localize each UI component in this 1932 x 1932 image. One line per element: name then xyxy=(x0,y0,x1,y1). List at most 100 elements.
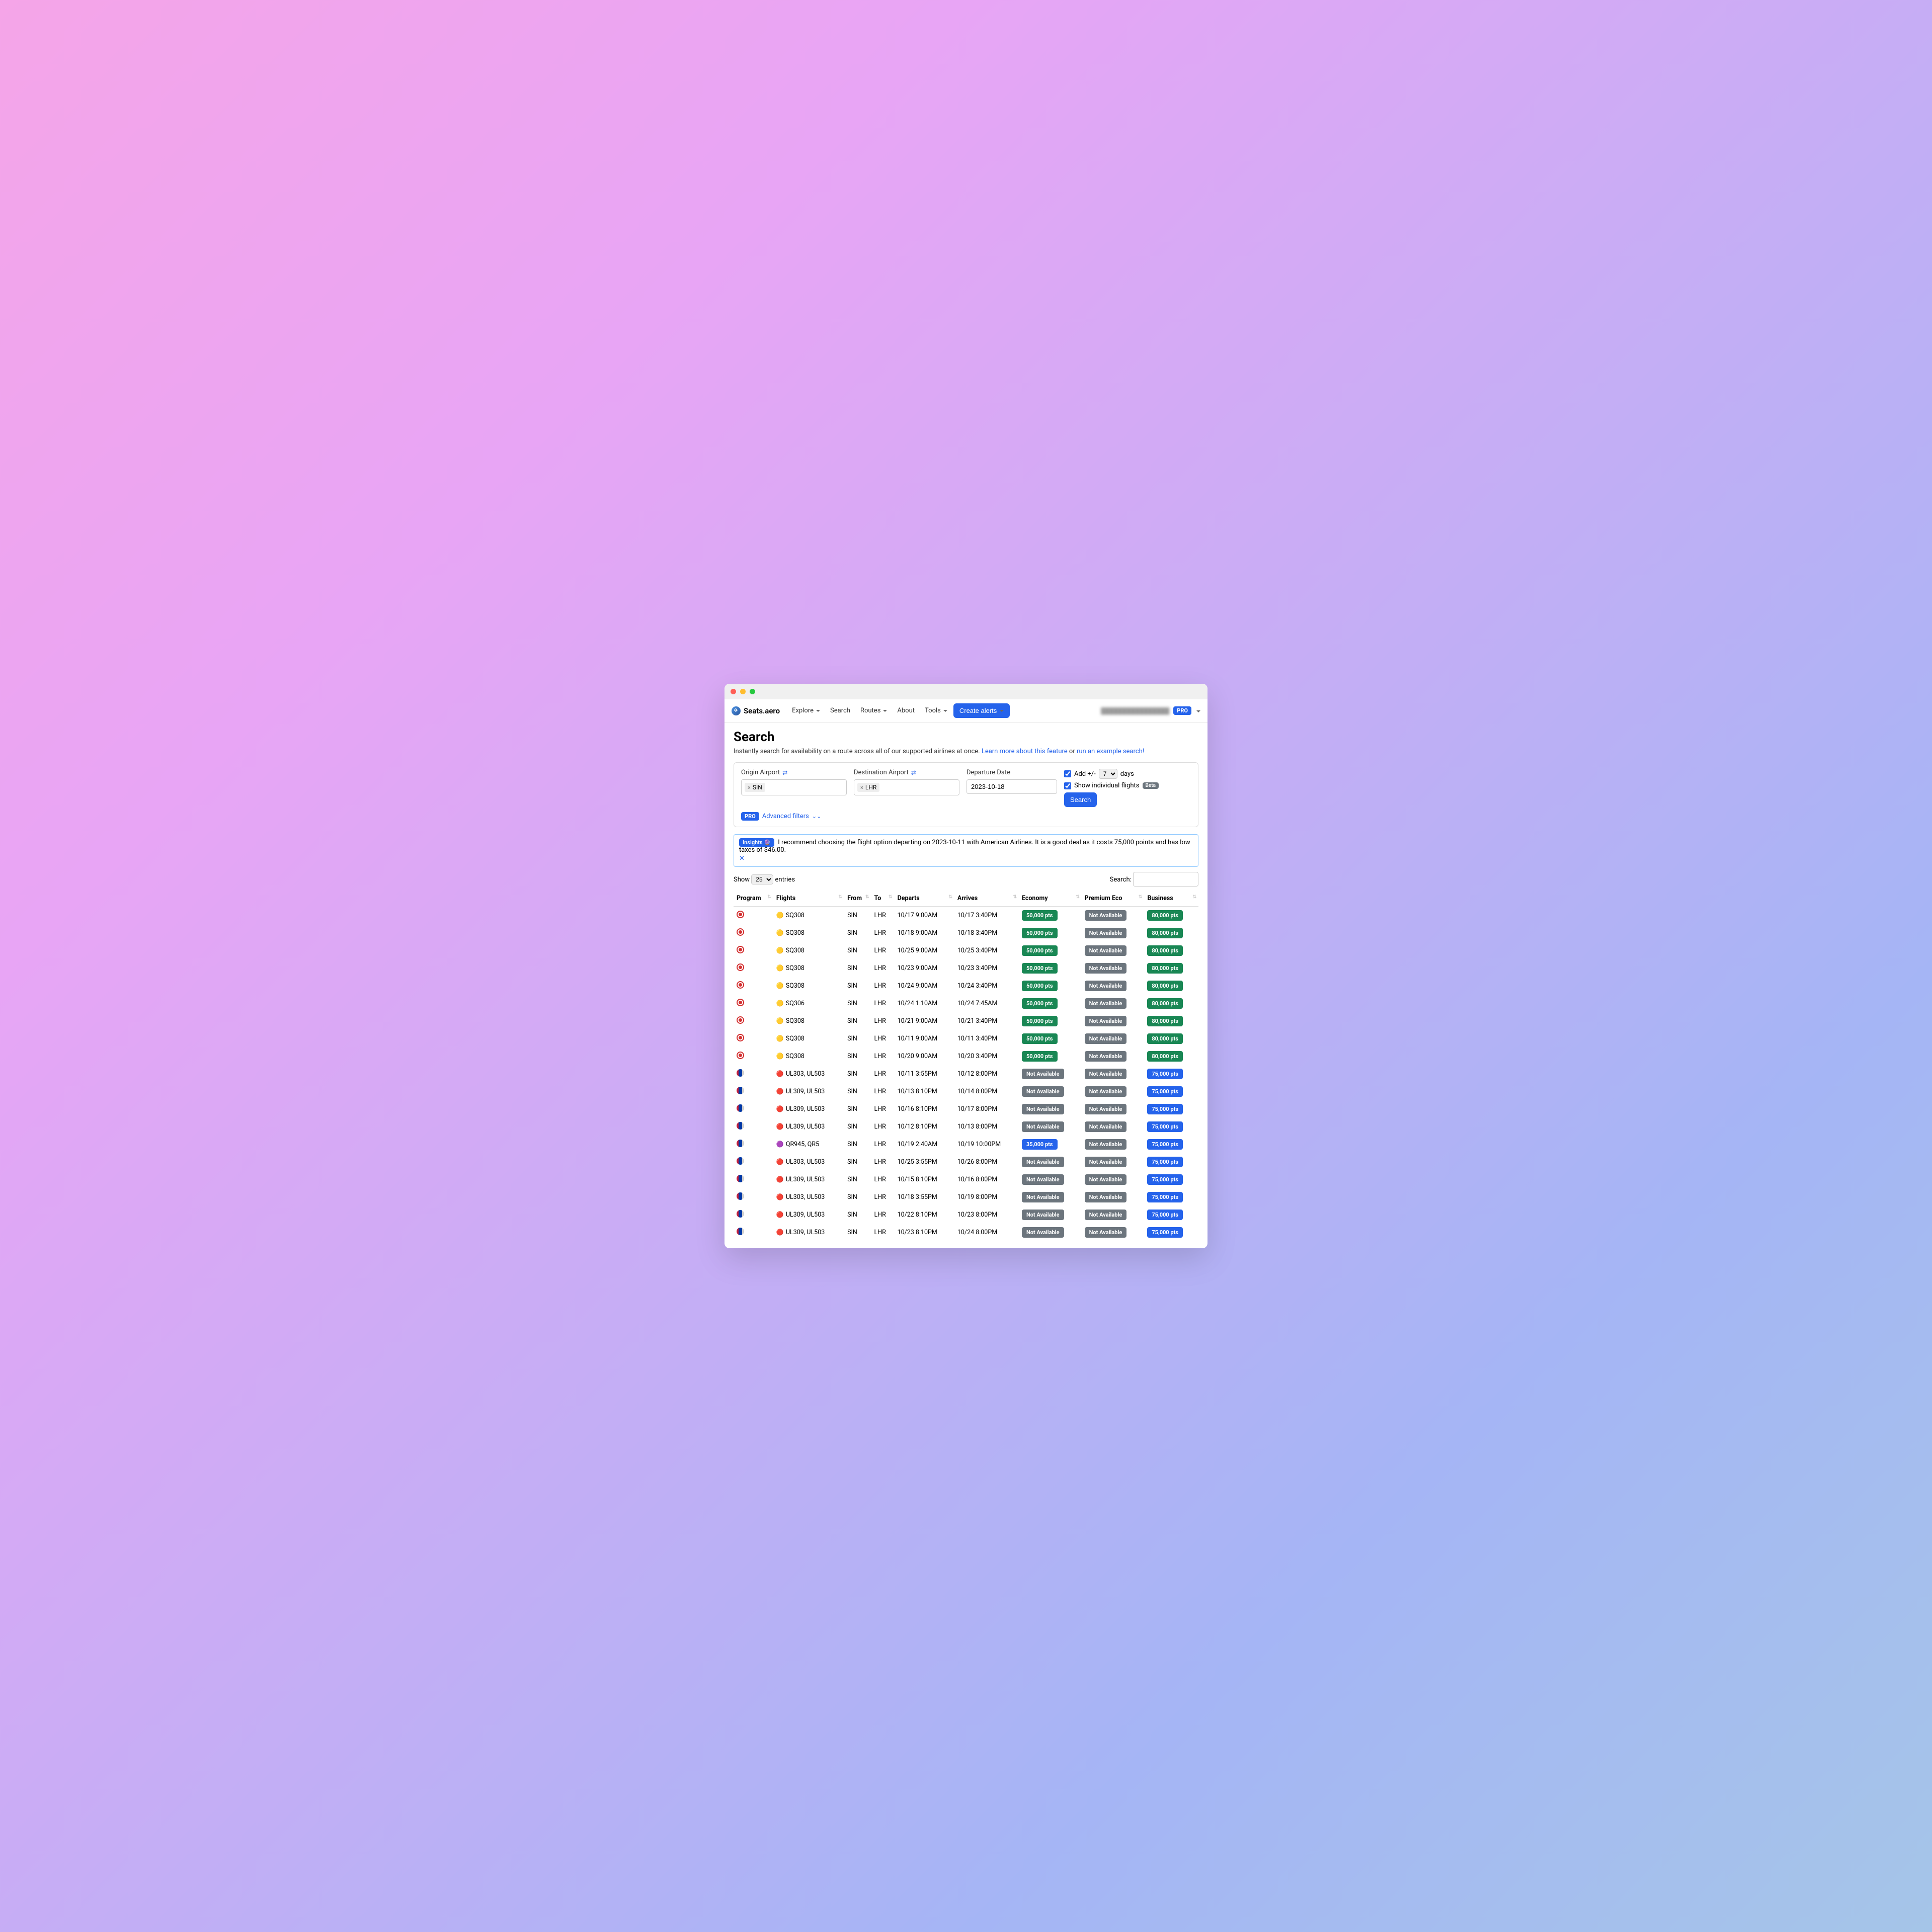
table-row[interactable]: 🟡SQ308SINLHR10/11 9:00AM10/11 3:40PM50,0… xyxy=(734,1030,1198,1048)
premium-pill[interactable]: Not Available xyxy=(1085,1086,1127,1097)
economy-pill[interactable]: 50,000 pts xyxy=(1022,981,1058,991)
create-alerts-button[interactable]: Create alerts xyxy=(953,703,1010,718)
premium-pill[interactable]: Not Available xyxy=(1085,1069,1127,1079)
business-pill[interactable]: 75,000 pts xyxy=(1147,1121,1183,1132)
table-row[interactable]: 🟡SQ308SINLHR10/23 9:00AM10/23 3:40PM50,0… xyxy=(734,959,1198,977)
brand[interactable]: ✈ Seats.aero xyxy=(732,706,780,715)
th-business[interactable]: Business xyxy=(1144,891,1198,907)
table-row[interactable]: 🟡SQ308SINLHR10/21 9:00AM10/21 3:40PM50,0… xyxy=(734,1012,1198,1030)
business-pill[interactable]: 75,000 pts xyxy=(1147,1210,1183,1220)
business-pill[interactable]: 75,000 pts xyxy=(1147,1086,1183,1097)
origin-input[interactable]: ×SIN xyxy=(741,779,847,795)
business-pill[interactable]: 80,000 pts xyxy=(1147,1016,1183,1026)
economy-pill[interactable]: 50,000 pts xyxy=(1022,998,1058,1009)
business-pill[interactable]: 80,000 pts xyxy=(1147,928,1183,938)
origin-tag-remove[interactable]: × xyxy=(748,784,751,791)
close-dot[interactable] xyxy=(731,689,736,694)
business-pill[interactable]: 80,000 pts xyxy=(1147,1051,1183,1062)
premium-pill[interactable]: Not Available xyxy=(1085,1139,1127,1150)
th-economy[interactable]: Economy xyxy=(1019,891,1082,907)
dest-input[interactable]: ×LHR xyxy=(854,779,959,795)
individual-check[interactable]: Show individual flights Beta xyxy=(1064,782,1191,789)
table-row[interactable]: 🟡SQ308SINLHR10/17 9:00AM10/17 3:40PM50,0… xyxy=(734,907,1198,925)
premium-pill[interactable]: Not Available xyxy=(1085,1104,1127,1114)
premium-pill[interactable]: Not Available xyxy=(1085,998,1127,1009)
premium-pill[interactable]: Not Available xyxy=(1085,1051,1127,1062)
premium-pill[interactable]: Not Available xyxy=(1085,963,1127,974)
th-program[interactable]: Program xyxy=(734,891,773,907)
economy-pill[interactable]: 50,000 pts xyxy=(1022,928,1058,938)
economy-pill[interactable]: 50,000 pts xyxy=(1022,963,1058,974)
minimize-dot[interactable] xyxy=(740,689,746,694)
premium-pill[interactable]: Not Available xyxy=(1085,1227,1127,1238)
economy-pill[interactable]: Not Available xyxy=(1022,1104,1064,1114)
economy-pill[interactable]: 50,000 pts xyxy=(1022,1051,1058,1062)
business-pill[interactable]: 80,000 pts xyxy=(1147,910,1183,921)
add-days-check[interactable]: Add +/- 7 days xyxy=(1064,769,1191,779)
learn-more-link[interactable]: Learn more about this feature xyxy=(982,748,1068,755)
business-pill[interactable]: 75,000 pts xyxy=(1147,1192,1183,1202)
economy-pill[interactable]: Not Available xyxy=(1022,1174,1064,1185)
table-row[interactable]: 🔴UL309, UL503SINLHR10/15 8:10PM10/16 8:0… xyxy=(734,1171,1198,1188)
nav-routes[interactable]: Routes xyxy=(856,704,891,717)
business-pill[interactable]: 80,000 pts xyxy=(1147,981,1183,991)
date-input[interactable] xyxy=(967,779,1057,794)
swap-icon[interactable]: ⇄ xyxy=(782,769,787,776)
economy-pill[interactable]: Not Available xyxy=(1022,1086,1064,1097)
economy-pill[interactable]: 50,000 pts xyxy=(1022,1016,1058,1026)
economy-pill[interactable]: 50,000 pts xyxy=(1022,910,1058,921)
business-pill[interactable]: 75,000 pts xyxy=(1147,1157,1183,1167)
maximize-dot[interactable] xyxy=(750,689,755,694)
business-pill[interactable]: 75,000 pts xyxy=(1147,1174,1183,1185)
business-pill[interactable]: 75,000 pts xyxy=(1147,1227,1183,1238)
example-search-link[interactable]: run an example search! xyxy=(1077,748,1144,755)
page-size-select[interactable]: 25 xyxy=(751,874,773,884)
th-flights[interactable]: Flights xyxy=(773,891,844,907)
premium-pill[interactable]: Not Available xyxy=(1085,910,1127,921)
premium-pill[interactable]: Not Available xyxy=(1085,1157,1127,1167)
table-row[interactable]: 🟡SQ306SINLHR10/24 1:10AM10/24 7:45AM50,0… xyxy=(734,995,1198,1012)
business-pill[interactable]: 75,000 pts xyxy=(1147,1069,1183,1079)
economy-pill[interactable]: Not Available xyxy=(1022,1121,1064,1132)
premium-pill[interactable]: Not Available xyxy=(1085,1033,1127,1044)
th-arrives[interactable]: Arrives xyxy=(954,891,1019,907)
table-row[interactable]: 🔴UL303, UL503SINLHR10/25 3:55PM10/26 8:0… xyxy=(734,1153,1198,1171)
economy-pill[interactable]: Not Available xyxy=(1022,1069,1064,1079)
premium-pill[interactable]: Not Available xyxy=(1085,1210,1127,1220)
days-select[interactable]: 7 xyxy=(1099,769,1117,779)
economy-pill[interactable]: Not Available xyxy=(1022,1227,1064,1238)
business-pill[interactable]: 80,000 pts xyxy=(1147,963,1183,974)
business-pill[interactable]: 80,000 pts xyxy=(1147,998,1183,1009)
table-row[interactable]: 🔴UL309, UL503SINLHR10/22 8:10PM10/23 8:0… xyxy=(734,1206,1198,1224)
premium-pill[interactable]: Not Available xyxy=(1085,1174,1127,1185)
premium-pill[interactable]: Not Available xyxy=(1085,1121,1127,1132)
dest-tag-remove[interactable]: × xyxy=(860,784,863,791)
table-row[interactable]: 🟡SQ308SINLHR10/25 9:00AM10/25 3:40PM50,0… xyxy=(734,942,1198,959)
table-row[interactable]: 🔴UL309, UL503SINLHR10/12 8:10PM10/13 8:0… xyxy=(734,1118,1198,1136)
business-pill[interactable]: 80,000 pts xyxy=(1147,1033,1183,1044)
premium-pill[interactable]: Not Available xyxy=(1085,1016,1127,1026)
table-row[interactable]: 🔴UL309, UL503SINLHR10/13 8:10PM10/14 8:0… xyxy=(734,1083,1198,1100)
table-row[interactable]: 🟡SQ308SINLHR10/20 9:00AM10/20 3:40PM50,0… xyxy=(734,1048,1198,1065)
business-pill[interactable]: 80,000 pts xyxy=(1147,945,1183,956)
th-from[interactable]: From xyxy=(844,891,871,907)
nav-search[interactable]: Search xyxy=(826,704,854,717)
business-pill[interactable]: 75,000 pts xyxy=(1147,1139,1183,1150)
economy-pill[interactable]: Not Available xyxy=(1022,1192,1064,1202)
economy-pill[interactable]: 50,000 pts xyxy=(1022,1033,1058,1044)
premium-pill[interactable]: Not Available xyxy=(1085,928,1127,938)
business-pill[interactable]: 75,000 pts xyxy=(1147,1104,1183,1114)
th-premium[interactable]: Premium Eco xyxy=(1082,891,1145,907)
table-row[interactable]: 🟡SQ308SINLHR10/18 9:00AM10/18 3:40PM50,0… xyxy=(734,924,1198,942)
table-row[interactable]: 🟣QR945, QR5SINLHR10/19 2:40AM10/19 10:00… xyxy=(734,1136,1198,1153)
th-to[interactable]: To xyxy=(871,891,895,907)
table-row[interactable]: 🔴UL309, UL503SINLHR10/16 8:10PM10/17 8:0… xyxy=(734,1100,1198,1118)
premium-pill[interactable]: Not Available xyxy=(1085,945,1127,956)
swap-icon-2[interactable]: ⇄ xyxy=(911,769,916,776)
nav-explore[interactable]: Explore xyxy=(788,704,824,717)
table-row[interactable]: 🟡SQ308SINLHR10/24 9:00AM10/24 3:40PM50,0… xyxy=(734,977,1198,995)
insight-close[interactable]: ✕ xyxy=(739,855,745,862)
advanced-filters-link[interactable]: Advanced filters xyxy=(762,813,809,820)
premium-pill[interactable]: Not Available xyxy=(1085,1192,1127,1202)
table-row[interactable]: 🔴UL303, UL503SINLHR10/11 3:55PM10/12 8:0… xyxy=(734,1065,1198,1083)
